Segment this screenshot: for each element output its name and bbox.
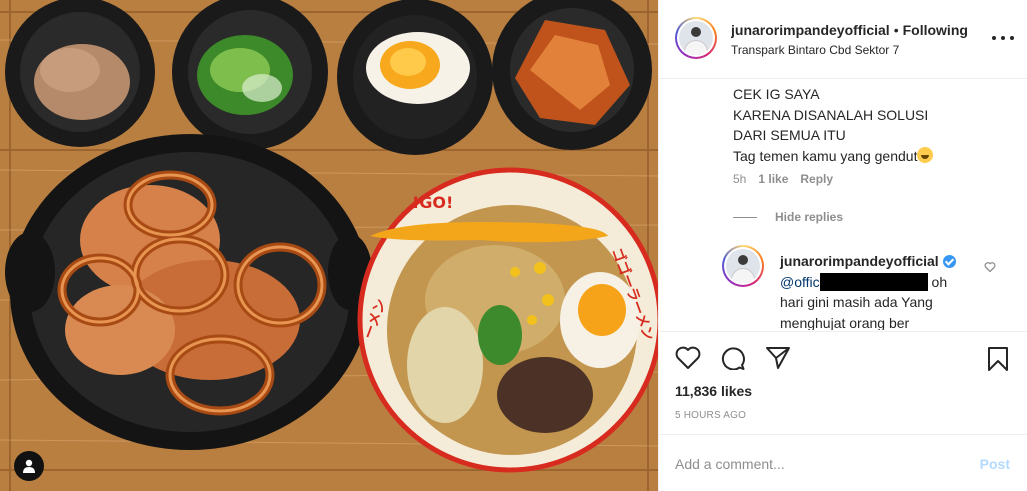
hide-replies-label: Hide replies <box>775 210 844 224</box>
reply-line: hari gini masih ada Yang <box>780 294 933 310</box>
reply-text-start: oh <box>931 273 948 290</box>
heart-icon[interactable] <box>675 346 701 370</box>
reply-button[interactable]: Reply <box>800 172 833 186</box>
caption-line: Tag temen kamu yang gendut <box>733 147 918 164</box>
following-button[interactable]: Following <box>903 22 968 38</box>
post-photo[interactable]: !GO! ゴゴーラーメン ーメン <box>0 0 658 491</box>
comment-likes[interactable]: 1 like <box>758 172 788 186</box>
reply-comment: junarorimpandeyofficial @offic oh hari g… <box>780 251 985 330</box>
comments-section[interactable]: CEK IG SAYA KARENA DISANALAH SOLUSI DARI… <box>659 80 1027 330</box>
likes-count[interactable]: 11,836 likes <box>675 383 752 399</box>
comment-meta: 5h 1 like Reply <box>733 172 833 186</box>
caption-text: CEK IG SAYA KARENA DISANALAH SOLUSI DARI… <box>733 84 934 166</box>
add-comment-bar: Post <box>659 434 1027 491</box>
share-icon[interactable] <box>765 346 791 370</box>
reply-line: menghujat orang ber <box>780 314 910 331</box>
ramen-food-photo: !GO! ゴゴーラーメン ーメン <box>0 0 658 491</box>
reply-username-text: junarorimpandeyofficial <box>780 253 939 269</box>
post-side-panel: junarorimpandeyofficial • Following Tran… <box>658 0 1027 491</box>
location-link[interactable]: Transpark Bintaro Cbd Sektor 7 <box>731 43 1001 57</box>
avatar[interactable] <box>675 17 717 59</box>
post-comment-button[interactable]: Post <box>980 456 1010 472</box>
verified-badge-icon <box>942 254 956 268</box>
redacted-block <box>819 272 928 291</box>
post-actions: 11,836 likes 5 HOURS AGO <box>659 331 1027 434</box>
caption-line: DARI SEMUA ITU <box>733 127 846 143</box>
post-timestamp[interactable]: 5 HOURS AGO <box>675 410 746 421</box>
caption-line: CEK IG SAYA <box>733 86 820 102</box>
comment-heart-icon[interactable] <box>984 261 996 273</box>
comment-time: 5h <box>733 172 747 186</box>
reply-username[interactable]: junarorimpandeyofficial <box>780 251 956 272</box>
header-separator: • <box>893 22 899 38</box>
caption-line: KARENA DISANALAH SOLUSI <box>733 106 929 123</box>
mention-link[interactable]: @offic <box>780 274 820 290</box>
add-comment-input[interactable] <box>675 454 945 474</box>
header-text: junarorimpandeyofficial • Following Tran… <box>731 22 1001 57</box>
bookmark-icon[interactable] <box>987 346 1009 372</box>
user-tag-icon <box>23 459 35 473</box>
bowl-text-top: !GO! <box>412 193 453 212</box>
comment-icon[interactable] <box>720 346 746 370</box>
header-username[interactable]: junarorimpandeyofficial <box>731 22 890 38</box>
reply-avatar[interactable] <box>722 245 764 287</box>
hide-replies-button[interactable]: Hide replies <box>733 210 843 224</box>
laughing-emoji-icon <box>917 146 934 163</box>
post-header: junarorimpandeyofficial • Following Tran… <box>659 0 1027 79</box>
more-options-icon[interactable] <box>992 30 1014 46</box>
user-tag-button[interactable] <box>14 451 44 481</box>
